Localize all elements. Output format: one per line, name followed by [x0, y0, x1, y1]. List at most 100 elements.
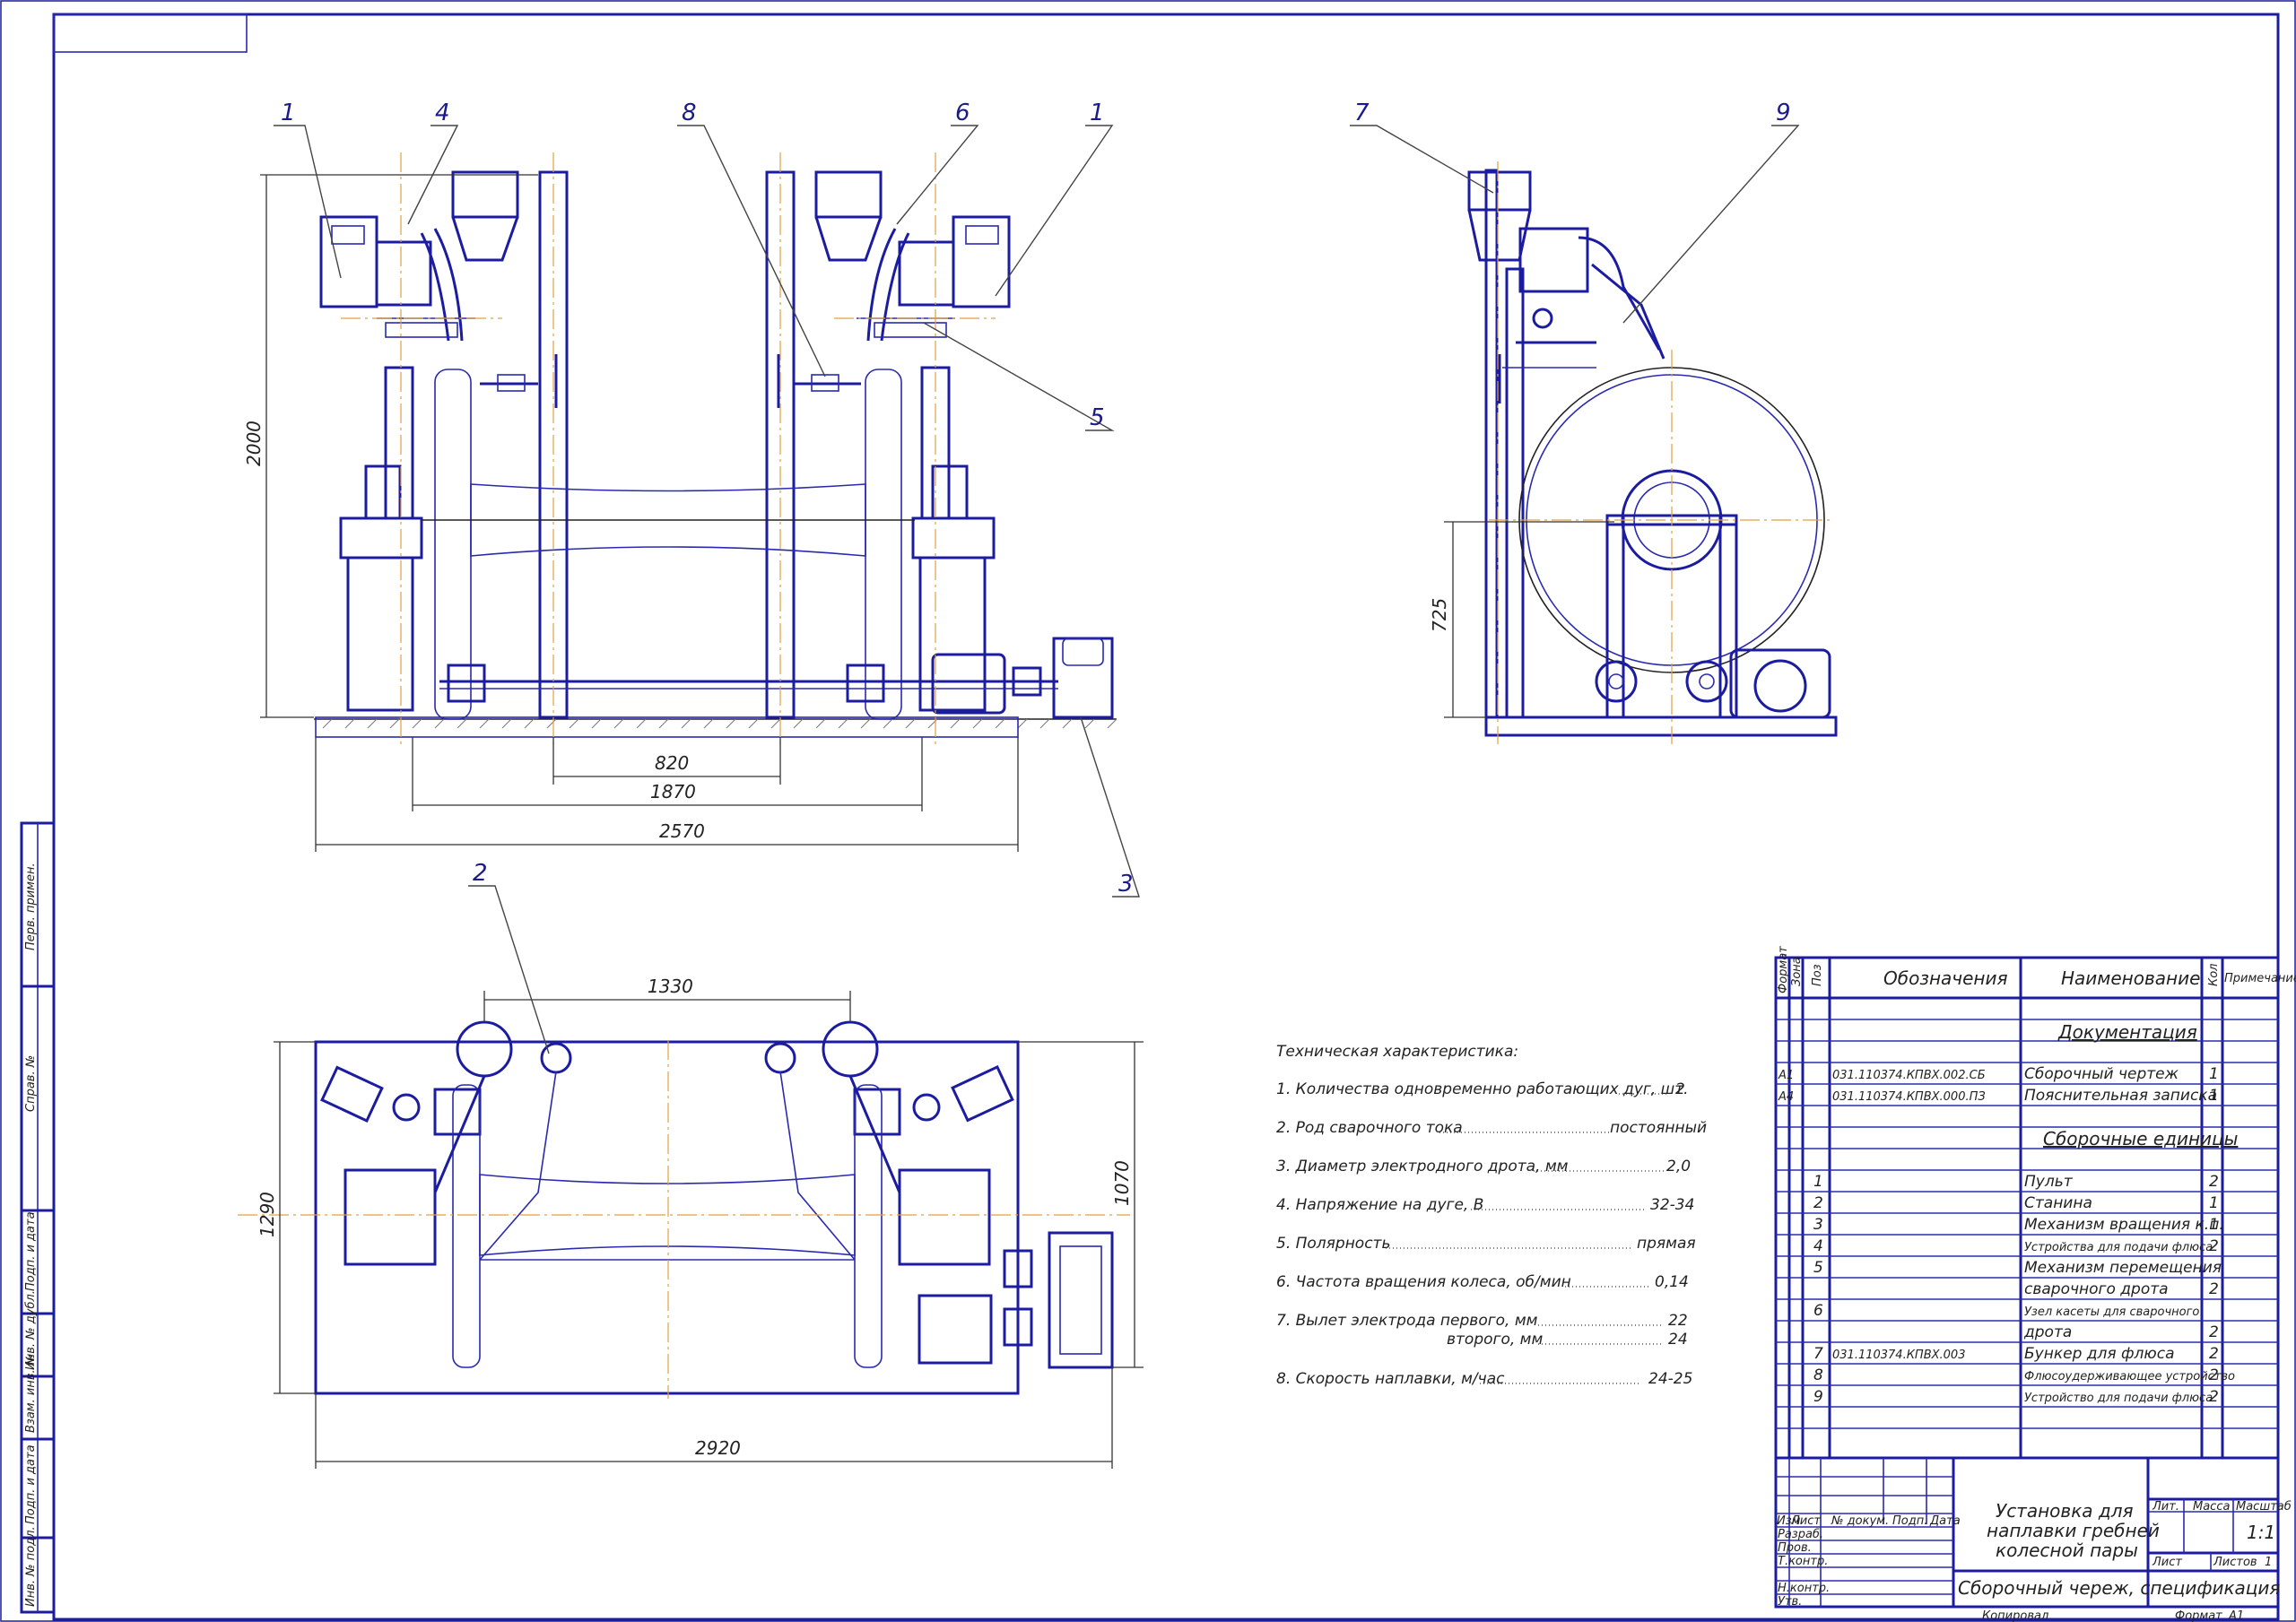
table-row: А1 031.110374.КПВХ.002.СБ Сборочный черт… [1778, 1065, 2219, 1083]
spec-header-name: Наименование [2061, 967, 2200, 989]
side-stamp: Перв. примен. Справ. № Подп. и дата Инв.… [20, 821, 56, 1614]
svg-text:2: 2 [2209, 1345, 2219, 1363]
svg-text:2. Род сварочного тока: 2. Род сварочного тока [1276, 1119, 1463, 1137]
tb-title: наплавки гребней [1987, 1520, 2160, 1541]
tb-scale-label: Масштаб [2236, 1500, 2292, 1514]
tb-signer: Н.контр. [1778, 1582, 1830, 1595]
svg-text:Механизм перемещения: Механизм перемещения [2024, 1259, 2222, 1277]
dim-2570: 2570 [659, 820, 705, 842]
svg-text:2: 2 [2209, 1388, 2219, 1406]
spec-table: Формат Зона Поз Обозначения Наименование… [1774, 946, 2296, 1460]
tech-characteristics: Техническая характеристика: 1. Количеств… [1276, 1043, 1707, 1388]
svg-text:6: 6 [1813, 1302, 1823, 1320]
svg-text:1: 1 [1813, 1173, 1823, 1191]
svg-text:Устройства для подачи флюса: Устройства для подачи флюса [2024, 1241, 2213, 1254]
position-label: 5 [1090, 404, 1105, 431]
position-label: 9 [1776, 100, 1791, 126]
spec-section-docs: Документация [2057, 1021, 2197, 1043]
tb-copied: Копировал [1982, 1609, 2048, 1622]
svg-text:3: 3 [1813, 1216, 1823, 1234]
svg-text:4: 4 [1813, 1237, 1823, 1255]
spec-header-format: Формат [1777, 946, 1790, 993]
svg-text:Узел касеты для сварочного: Узел касеты для сварочного [2024, 1305, 2199, 1319]
tech-line: 5. Полярность прямая [1276, 1235, 1696, 1253]
dim-1070: 1070 [1111, 1160, 1133, 1206]
svg-text:2: 2 [2209, 1323, 2219, 1341]
spec-header-designation: Обозначения [1883, 967, 2008, 989]
svg-text:2: 2 [1675, 1080, 1685, 1098]
svg-text:9: 9 [1813, 1388, 1823, 1406]
svg-text:2: 2 [2209, 1280, 2219, 1298]
table-row: 4 Устройства для подачи флюса 2 [1813, 1237, 2219, 1255]
front-view: 2000 820 1870 2570 1 4 8 6 1 5 3 [243, 100, 1140, 898]
position-label: 4 [435, 100, 450, 126]
svg-text:031.110374.КПВХ.002.СБ: 031.110374.КПВХ.002.СБ [1832, 1069, 1986, 1082]
svg-text:Пояснительная записка: Пояснительная записка [2024, 1087, 2217, 1105]
table-row: 2 Станина 1 [1813, 1194, 2219, 1212]
dim-side-height: 725 [1429, 598, 1450, 632]
tb-role: № докум. [1831, 1514, 1889, 1528]
tech-title: Техническая характеристика: [1276, 1043, 1518, 1061]
tb-doc-type: Сборочный череж, спецификация [1958, 1577, 2280, 1599]
tb-format: А1 [2228, 1609, 2244, 1622]
svg-text:1: 1 [2209, 1216, 2219, 1234]
svg-text:2: 2 [2209, 1173, 2219, 1191]
svg-text:прямая: прямая [1637, 1235, 1696, 1253]
table-row: 6 Узел касеты для сварочного [1813, 1302, 2199, 1320]
spec-header-pos: Поз [1811, 964, 1824, 986]
svg-text:5: 5 [1813, 1259, 1823, 1277]
svg-text:32-34: 32-34 [1650, 1196, 1694, 1214]
dim-820: 820 [655, 752, 689, 774]
stamp-text: Справ. № [24, 1055, 38, 1112]
svg-text:8. Скорость наплавки, м/час: 8. Скорость наплавки, м/час [1276, 1370, 1505, 1388]
svg-text:А4: А4 [1778, 1090, 1794, 1104]
svg-text:3. Диаметр электродного дрота,: 3. Диаметр электродного дрота, мм [1276, 1158, 1569, 1175]
dim-2920: 2920 [695, 1437, 741, 1459]
tb-role: Подп. [1892, 1514, 1927, 1528]
table-row: 3 Механизм вращения к.п. 1 [1813, 1216, 2224, 1234]
svg-text:0,14: 0,14 [1655, 1273, 1689, 1291]
svg-text:2: 2 [2209, 1366, 2219, 1384]
plan-view: 1330 1290 1070 2920 2 [238, 860, 1144, 1469]
stamp-text: Перв. примен. [24, 863, 38, 950]
svg-text:7. Вылет электрода первого, мм: 7. Вылет электрода первого, мм [1276, 1312, 1538, 1330]
svg-text:дрота: дрота [2023, 1323, 2072, 1341]
position-label: 7 [1354, 100, 1370, 126]
table-row: дрота 2 [2023, 1323, 2219, 1341]
tb-title: Установка для [1996, 1500, 2134, 1522]
svg-text:Флюсоудерживающее устройство: Флюсоудерживающее устройство [2024, 1370, 2235, 1383]
svg-text:8: 8 [1813, 1366, 1823, 1384]
drawing-sheet: Перв. примен. Справ. № Подп. и дата Инв.… [0, 0, 2296, 1622]
svg-text:1: 1 [2209, 1194, 2219, 1212]
svg-text:2,0: 2,0 [1666, 1158, 1691, 1175]
tb-format-label: Формат [2175, 1609, 2222, 1622]
svg-text:Устройство для подачи флюса: Устройство для подачи флюса [2024, 1392, 2213, 1405]
table-row: 9 Устройство для подачи флюса 2 [1813, 1388, 2219, 1406]
spec-header-note: Примечание [2224, 972, 2296, 985]
svg-text:1: 1 [2209, 1065, 2219, 1083]
stamp-text: Инв. № подл. [24, 1526, 38, 1607]
tech-line: второго, мм 24 [1447, 1331, 1688, 1349]
svg-text:031.110374.КПВХ.003: 031.110374.КПВХ.003 [1832, 1349, 1965, 1362]
stamp-text: Подп. и дата [24, 1211, 38, 1291]
tb-role: Лист [1790, 1514, 1821, 1528]
tech-line: 1. Количества одновременно работающих ду… [1276, 1080, 1689, 1098]
svg-text:6. Частота вращения колеса, об: 6. Частота вращения колеса, об/мин [1276, 1273, 1571, 1291]
svg-text:22: 22 [1668, 1312, 1688, 1330]
svg-text:4. Напряжение на дуге, В: 4. Напряжение на дуге, В [1276, 1196, 1483, 1214]
svg-text:7: 7 [1813, 1345, 1823, 1363]
svg-text:24: 24 [1668, 1331, 1688, 1349]
svg-text:2: 2 [2209, 1237, 2219, 1255]
svg-text:1. Количества одновременно раб: 1. Количества одновременно работающих ду… [1276, 1080, 1689, 1098]
tb-lit: Лит. [2152, 1500, 2179, 1514]
svg-text:2: 2 [1813, 1194, 1823, 1212]
svg-text:5. Полярность: 5. Полярность [1276, 1235, 1390, 1253]
spec-header-zone: Зона [1790, 957, 1804, 986]
table-row: 8 Флюсоудерживающее устройство 2 [1813, 1366, 2235, 1384]
position-label: 1 [1090, 100, 1105, 126]
tech-line: 2. Род сварочного тока постоянный [1276, 1119, 1707, 1137]
tb-mass: Масса [2193, 1500, 2230, 1514]
tech-line: 4. Напряжение на дуге, В 32-34 [1276, 1196, 1694, 1214]
tb-title: колесной пары [1996, 1540, 2138, 1561]
table-row: 7 031.110374.КПВХ.003 Бункер для флюса 2 [1813, 1345, 2219, 1363]
